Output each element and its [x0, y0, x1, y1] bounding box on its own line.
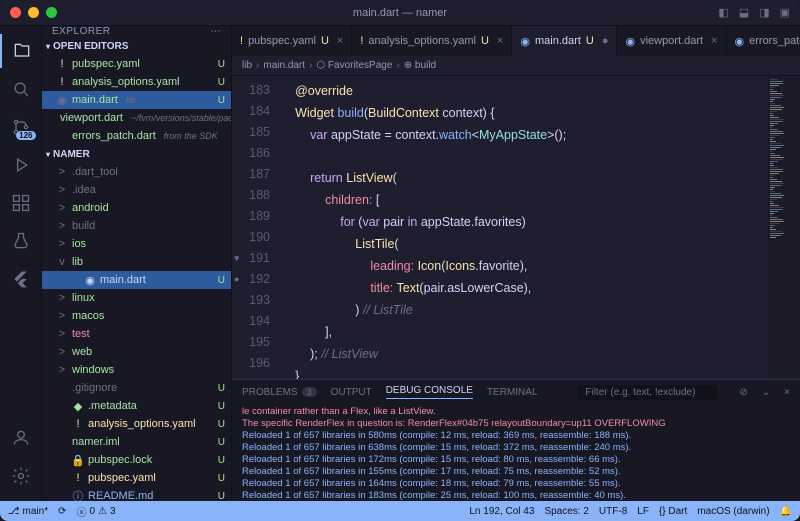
debug-console-output[interactable]: le container rather than a Flex, like a … [232, 404, 800, 501]
clear-icon[interactable]: ⊘ [739, 387, 747, 398]
encoding[interactable]: UTF-8 [599, 506, 627, 517]
breadcrumb[interactable]: lib›main.dart›⬡ FavoritesPage›⊕ build [232, 56, 800, 76]
folder-item[interactable]: >linux [42, 289, 231, 307]
min-dot[interactable] [28, 7, 39, 18]
device[interactable]: macOS (darwin) [697, 506, 769, 517]
window-title: main.dart — namer [353, 7, 447, 19]
indentation[interactable]: Spaces: 2 [544, 506, 588, 517]
cursor-position[interactable]: Ln 192, Col 43 [469, 506, 534, 517]
tab-output[interactable]: OUTPUT [331, 387, 372, 398]
breadcrumb-item[interactable]: main.dart [263, 60, 305, 71]
status-bar: ⎇ main* ⟳ ⓧ 0 ⚠ 3 Ln 192, Col 43 Spaces:… [0, 501, 800, 521]
open-editor-item[interactable]: errors_patch.dartfrom the SDK [42, 127, 231, 145]
debug-icon[interactable] [0, 148, 42, 182]
editor-tab[interactable]: !analysis_options.yamlU× [352, 26, 512, 56]
folder-item[interactable]: >android [42, 199, 231, 217]
close-panel-icon[interactable]: × [784, 387, 790, 398]
file-item[interactable]: ◉main.dartU [42, 271, 231, 289]
notifications-icon[interactable]: 🔔 [780, 506, 792, 517]
folder-item[interactable]: >ios [42, 235, 231, 253]
activity-bar: 126 [0, 26, 42, 501]
explorer-header: EXPLORER ⋯ [42, 26, 231, 37]
file-item[interactable]: ⓘREADME.mdU [42, 487, 231, 501]
file-item[interactable]: 🔒pubspec.lockU [42, 451, 231, 469]
editor-group: !pubspec.yamlU×!analysis_options.yamlU×◉… [232, 26, 800, 501]
testing-icon[interactable] [0, 224, 42, 258]
open-editor-item[interactable]: !analysis_options.yamlU [42, 73, 231, 91]
project-header[interactable]: ▾NAMER [42, 145, 231, 163]
open-editor-item[interactable]: viewport.dart~/fvm/versions/stable/packa… [42, 109, 231, 127]
folder-item[interactable]: vlib [42, 253, 231, 271]
more-icon[interactable]: ⋯ [211, 26, 222, 37]
language-mode[interactable]: {} Dart [659, 506, 687, 517]
folder-item[interactable]: >macos [42, 307, 231, 325]
explorer-title: EXPLORER [52, 26, 110, 37]
scm-badge: 126 [16, 131, 35, 140]
problems-badge: 3 [302, 387, 317, 397]
titlebar: main.dart — namer ◧ ⬓ ◨ ▣ [0, 0, 800, 26]
tab-problems[interactable]: PROBLEMS3 [242, 387, 317, 398]
panel-tabs: PROBLEMS3 OUTPUT DEBUG CONSOLE TERMINAL … [232, 380, 800, 404]
folder-item[interactable]: >test [42, 325, 231, 343]
sidebar: EXPLORER ⋯ ▾OPEN EDITORS !pubspec.yamlU!… [42, 26, 232, 501]
search-icon[interactable] [0, 72, 42, 106]
errors-indicator[interactable]: ⓧ 0 ⚠ 3 [77, 504, 116, 519]
folder-item[interactable]: >.idea [42, 181, 231, 199]
open-editor-item[interactable]: !pubspec.yamlU [42, 55, 231, 73]
flutter-icon[interactable] [0, 262, 42, 296]
account-icon[interactable] [0, 421, 42, 455]
panel-filter-input[interactable]: Filter (e.g. text, !exclude) [577, 385, 717, 400]
breadcrumb-item[interactable]: lib [242, 60, 252, 71]
file-item[interactable]: .gitignoreU [42, 379, 231, 397]
editor[interactable]: 183184185186187188189190191♥192●19319419… [232, 76, 800, 379]
explorer-icon[interactable] [0, 34, 42, 68]
close-dot[interactable] [10, 7, 21, 18]
editor-tab[interactable]: ◉errors_patch.dart× [727, 26, 800, 56]
file-item[interactable]: !pubspec.yamlU [42, 469, 231, 487]
open-editors-header[interactable]: ▾OPEN EDITORS [42, 37, 231, 55]
max-dot[interactable] [46, 7, 57, 18]
file-item[interactable]: !analysis_options.yamlU [42, 415, 231, 433]
extensions-icon[interactable] [0, 186, 42, 220]
titlebar-actions: ◧ ⬓ ◨ ▣ [718, 6, 790, 19]
minimap[interactable] [768, 76, 800, 379]
layout-bottom-icon[interactable]: ⬓ [739, 6, 749, 19]
traffic-lights [10, 7, 57, 18]
editor-tab[interactable]: ◉viewport.dart× [617, 26, 726, 56]
layout-right-icon[interactable]: ◨ [759, 6, 769, 19]
sync-icon[interactable]: ⟳ [58, 506, 66, 517]
gear-icon[interactable] [0, 459, 42, 493]
folder-item[interactable]: >web [42, 343, 231, 361]
layout-left-icon[interactable]: ◧ [718, 6, 728, 19]
editor-tab[interactable]: ◉main.dartU● [512, 26, 617, 56]
file-item[interactable]: namer.imlU [42, 433, 231, 451]
editor-tab[interactable]: !pubspec.yamlU× [232, 26, 352, 56]
chevron-up-icon[interactable]: ⌄ [762, 387, 770, 398]
file-item[interactable]: ◆.metadataU [42, 397, 231, 415]
folder-item[interactable]: >build [42, 217, 231, 235]
breadcrumb-item[interactable]: ⬡ FavoritesPage [316, 60, 392, 71]
panel: PROBLEMS3 OUTPUT DEBUG CONSOLE TERMINAL … [232, 379, 800, 501]
layout-full-icon[interactable]: ▣ [780, 6, 790, 19]
breadcrumb-item[interactable]: ⊕ build [404, 60, 436, 71]
folder-item[interactable]: >windows [42, 361, 231, 379]
open-editor-item[interactable]: ◉main.dartlibU [42, 91, 231, 109]
editor-tabs: !pubspec.yamlU×!analysis_options.yamlU×◉… [232, 26, 800, 56]
folder-item[interactable]: >.dart_tool [42, 163, 231, 181]
branch-indicator[interactable]: ⎇ main* [8, 506, 48, 517]
tab-debug-console[interactable]: DEBUG CONSOLE [386, 385, 473, 399]
scm-icon[interactable]: 126 [0, 110, 42, 144]
eol[interactable]: LF [637, 506, 649, 517]
tab-terminal[interactable]: TERMINAL [487, 387, 538, 398]
